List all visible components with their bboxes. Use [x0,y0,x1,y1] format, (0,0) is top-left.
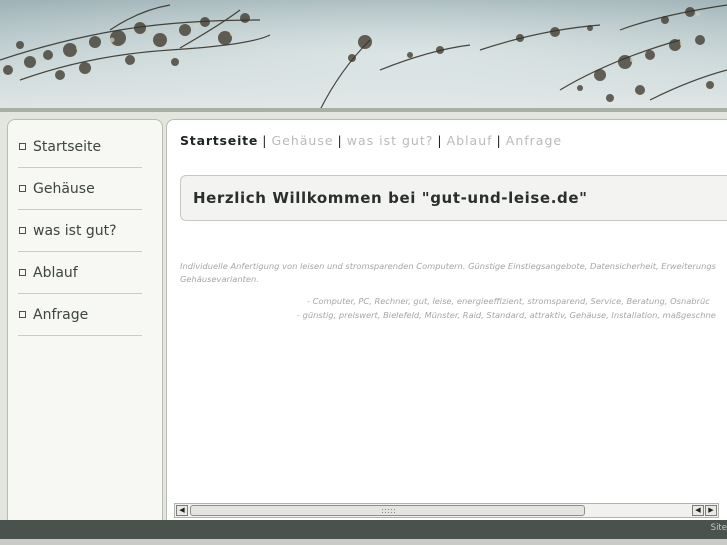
sidebar: Startseite Gehäuse was ist gut? Ablauf A… [7,119,163,520]
topnav-separator: | [262,133,268,148]
footer-text[interactable]: Site [711,523,727,533]
sidebar-item-was-ist-gut[interactable]: was ist gut? [18,210,142,252]
scroll-right-arrow-icon[interactable]: ▶ [705,505,717,516]
welcome-box: Herzlich Willkommen bei "gut-und-leise.d… [180,175,727,221]
sidebar-item-gehaeuse[interactable]: Gehäuse [18,168,142,210]
square-bullet-icon [19,269,26,276]
horizontal-scrollbar[interactable]: ◀ ◀ ▶ [174,503,719,518]
topnav-separator: | [437,133,443,148]
topnav-link-anfrage[interactable]: Anfrage [506,133,562,148]
scroll-left-arrow-icon[interactable]: ◀ [692,505,704,516]
keywords-line: - günstig, preiswert, Bielefeld, Münster… [297,310,716,320]
footer-bar: Site [0,520,727,539]
square-bullet-icon [19,311,26,318]
sidebar-item-anfrage[interactable]: Anfrage [18,294,142,336]
description-text: Individuelle Anfertigung von leisen und … [180,261,716,284]
main-content: Startseite | Gehäuse | was ist gut? | Ablauf | A… [166,119,727,520]
topnav-separator: | [496,133,502,148]
header-banner [0,0,727,110]
sidebar-item-label: was ist gut? [33,222,117,239]
square-bullet-icon [19,185,26,192]
square-bullet-icon [19,227,26,234]
sidebar-item-ablauf[interactable]: Ablauf [18,252,142,294]
top-navigation: Startseite | Gehäuse | was ist gut? | Ablauf | A… [180,133,562,148]
page-title: Herzlich Willkommen bei "gut-und-leise.d… [193,189,588,207]
scrollbar-thumb[interactable] [190,505,585,516]
sidebar-item-label: Ablauf [33,264,78,281]
bottom-strip [0,539,727,545]
topnav-link-gehaeuse[interactable]: Gehäuse [271,133,333,148]
topnav-link-was-ist-gut[interactable]: was ist gut? [347,133,434,148]
keywords-line: - Computer, PC, Rechner, gut, leise, ene… [307,296,710,306]
sidebar-nav: Startseite Gehäuse was ist gut? Ablauf A… [8,120,162,336]
square-bullet-icon [19,143,26,150]
topnav-separator: | [337,133,343,148]
tree-branches-image [0,0,727,110]
sidebar-item-label: Startseite [33,138,102,155]
sidebar-item-label: Gehäuse [33,180,95,197]
sidebar-item-label: Anfrage [33,306,89,323]
scroll-left-arrow-icon[interactable]: ◀ [176,505,188,516]
grip-icon [381,508,397,513]
topnav-link-startseite[interactable]: Startseite [180,133,258,148]
topnav-link-ablauf[interactable]: Ablauf [447,133,493,148]
sidebar-item-startseite[interactable]: Startseite [18,126,142,168]
